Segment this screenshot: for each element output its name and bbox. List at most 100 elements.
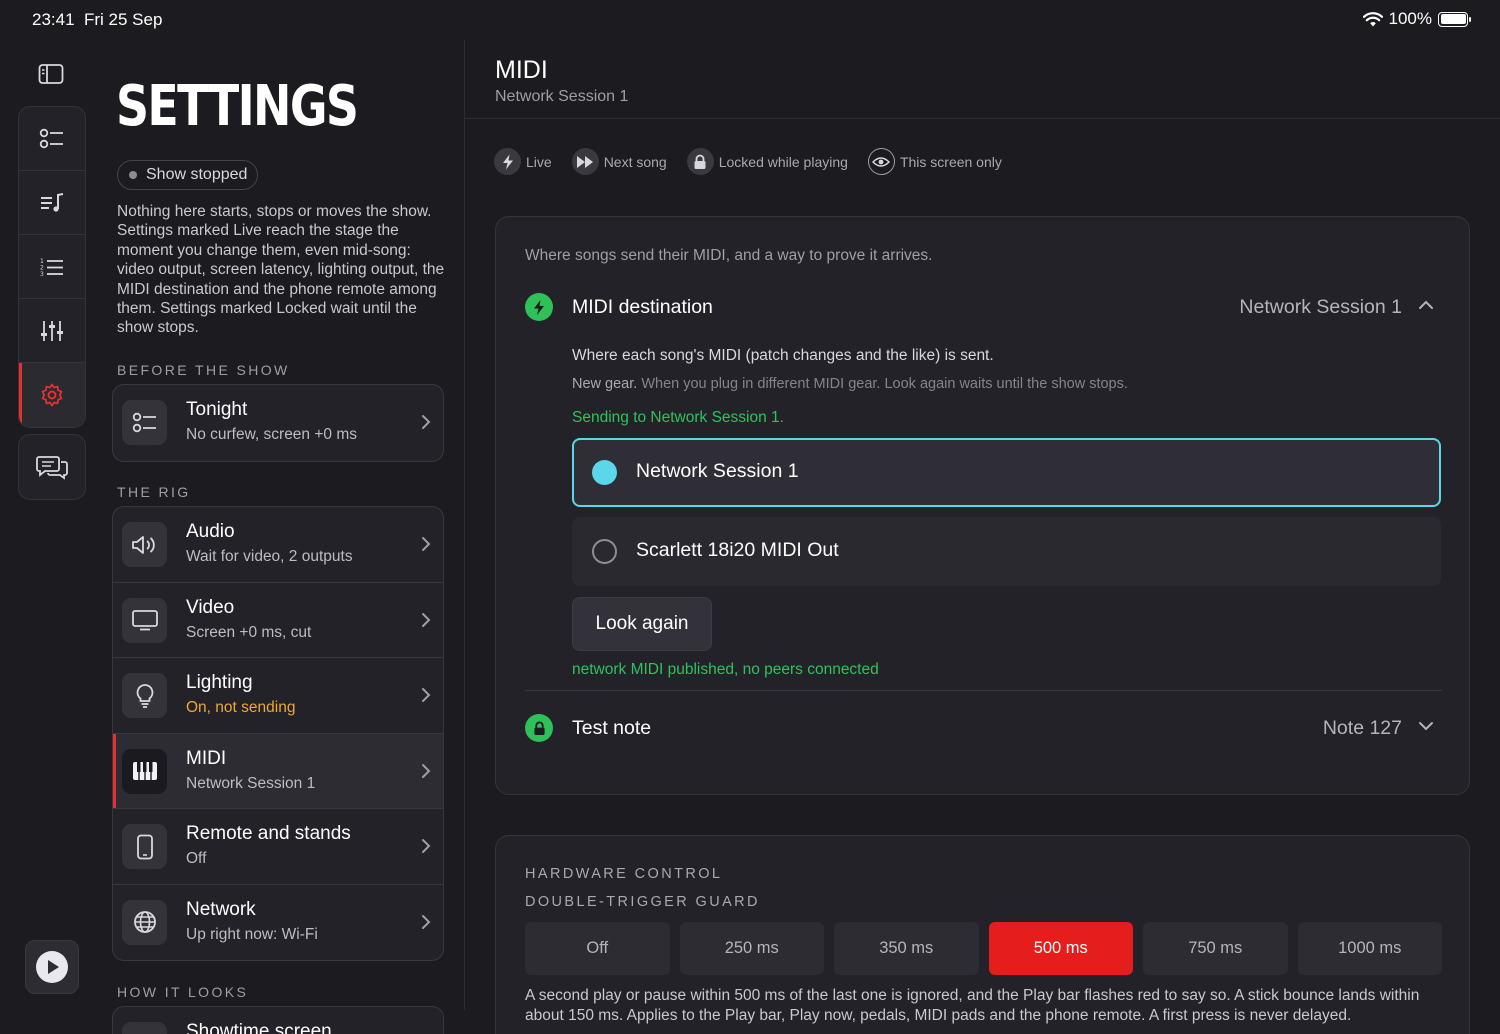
status-right: 100% — [1362, 9, 1471, 29]
test-note-header[interactable]: Test note Note 127 — [525, 714, 1442, 744]
rail-setlist-button[interactable] — [19, 171, 85, 235]
setlist-icon — [41, 192, 64, 212]
segment-350[interactable]: 350 ms — [834, 922, 979, 975]
setting-legend: Live Next song Locked while playing This… — [494, 148, 1002, 175]
note-lead: New gear. — [572, 376, 638, 392]
row-icon-box — [122, 597, 167, 643]
globe-icon — [133, 911, 156, 933]
segment-750[interactable]: 750 ms — [1143, 922, 1288, 975]
fast-forward-icon — [571, 148, 599, 175]
row-subtitle: Off — [186, 850, 207, 867]
guard-description: A second play or pause within 500 ms of … — [525, 987, 1420, 1024]
legend-locked: Locked while playing — [686, 148, 848, 175]
row-title: Remote and stands — [186, 823, 351, 844]
time-text: 23:41 — [32, 10, 75, 29]
sidebar-item-lighting[interactable]: Lighting On, not sending — [113, 658, 443, 734]
group-how-it-looks: Showtime screen — [112, 1006, 444, 1034]
setting-value: Note 127 — [1322, 717, 1402, 739]
sidebar-item-showtime-screen[interactable]: Showtime screen — [113, 1007, 443, 1034]
hardware-control-panel: HARDWARE CONTROL DOUBLE-TRIGGER GUARD Of… — [495, 835, 1470, 1034]
segment-500[interactable]: 500 ms — [988, 922, 1133, 975]
legend-label: Live — [526, 153, 552, 170]
lock-icon — [686, 148, 714, 175]
segment-250[interactable]: 250 ms — [679, 922, 824, 975]
chevron-right-icon — [422, 839, 431, 853]
note-text: When you plug in different MIDI gear. Lo… — [637, 376, 1128, 392]
row-subtitle: Wait for video, 2 outputs — [186, 548, 353, 565]
setting-label: DOUBLE-TRIGGER GUARD — [525, 894, 760, 910]
rail-tonight-button[interactable] — [19, 107, 85, 171]
segment-1000[interactable]: 1000 ms — [1297, 922, 1442, 975]
gear-icon — [41, 383, 63, 407]
chevron-right-icon — [422, 914, 431, 929]
date-text: Fri 25 Sep — [84, 10, 163, 29]
legend-label: Next song — [603, 153, 667, 170]
row-icon-box — [122, 824, 167, 869]
row-icon-box — [122, 748, 167, 794]
row-subtitle-warning: On, not sending — [186, 699, 296, 716]
row-title: Lighting — [186, 672, 253, 693]
chevron-right-icon — [422, 763, 431, 778]
chevron-up-icon — [1419, 300, 1433, 309]
rail-settings-button[interactable] — [19, 363, 85, 427]
chat-bubbles-icon — [36, 456, 68, 480]
legend-label: Locked while playing — [718, 153, 848, 170]
segment-off[interactable]: Off — [525, 922, 670, 975]
checklist-icon — [39, 128, 63, 148]
sidebar-item-midi[interactable]: MIDI Network Session 1 — [113, 733, 443, 809]
legend-this-screen: This screen only — [867, 148, 1002, 175]
midi-destination-header[interactable]: MIDI destination Network Session 1 — [525, 293, 1442, 323]
chevron-down-icon — [1419, 722, 1433, 731]
row-icon-box — [122, 522, 167, 567]
row-title: MIDI — [186, 747, 227, 769]
eye-icon — [867, 148, 895, 175]
status-time: 23:41 Fri 25 Sep — [32, 10, 162, 30]
lightning-icon — [494, 148, 521, 175]
group-before-show: Tonight No curfew, screen +0 ms — [112, 384, 444, 462]
row-title: Tonight — [186, 399, 248, 420]
section-label-before-show: BEFORE THE SHOW — [117, 362, 290, 378]
chevron-right-icon — [422, 415, 431, 429]
look-again-button[interactable]: Look again — [572, 597, 712, 651]
battery-percent: 100% — [1388, 9, 1432, 28]
setting-value: Network Session 1 — [1239, 296, 1402, 318]
detail-subtitle: Network Session 1 — [495, 88, 629, 105]
sidebar-toggle-button[interactable] — [18, 42, 84, 106]
row-title: Network — [186, 898, 256, 920]
setting-name: MIDI destination — [572, 296, 713, 318]
row-icon-box — [122, 1022, 167, 1034]
sidebar-item-video[interactable]: Video Screen +0 ms, cut — [113, 583, 443, 658]
legend-label: This screen only — [899, 153, 1002, 170]
play-icon — [36, 951, 68, 983]
detail-pane: MIDI Network Session 1 Live Next song Lo… — [465, 40, 1500, 1034]
show-status-badge: Show stopped — [117, 160, 259, 190]
rail-list-button[interactable]: 123 — [19, 235, 85, 299]
detail-title: MIDI — [495, 56, 548, 84]
locked-status-dot — [525, 714, 553, 742]
sidebar-item-network[interactable]: Network Up right now: Wi-Fi — [113, 885, 443, 961]
speaker-icon — [131, 535, 155, 554]
row-subtitle: Network Session 1 — [186, 774, 316, 792]
row-icon-box — [122, 673, 167, 718]
chevron-right-icon — [422, 688, 431, 702]
mixer-sliders-icon — [41, 320, 63, 341]
destination-option-network-session[interactable]: Network Session 1 — [572, 438, 1441, 507]
page-title: SETTINGS — [116, 74, 359, 139]
panel-divider — [525, 690, 1442, 691]
sidebar-item-tonight[interactable]: Tonight No curfew, screen +0 ms — [113, 385, 443, 461]
row-subtitle: No curfew, screen +0 ms — [186, 426, 357, 443]
rail-chat-button[interactable] — [19, 435, 85, 499]
network-midi-status: network MIDI published, no peers connect… — [572, 661, 879, 678]
row-subtitle: Screen +0 ms, cut — [186, 623, 312, 641]
nav-rail: 123 — [18, 42, 86, 500]
row-icon-box — [122, 899, 167, 945]
sidebar-item-audio[interactable]: Audio Wait for video, 2 outputs — [113, 507, 443, 583]
sidebar-item-remote[interactable]: Remote and stands Off — [113, 809, 443, 885]
destination-option-scarlett[interactable]: Scarlett 18i20 MIDI Out — [572, 517, 1441, 586]
chevron-right-icon — [422, 537, 431, 551]
play-button[interactable] — [25, 940, 79, 994]
midi-panel: Where songs send their MIDI, and a way t… — [495, 216, 1470, 795]
legend-live: Live — [494, 148, 552, 175]
group-the-rig: Audio Wait for video, 2 outputs Video Sc… — [112, 506, 444, 961]
rail-mixer-button[interactable] — [19, 299, 85, 363]
